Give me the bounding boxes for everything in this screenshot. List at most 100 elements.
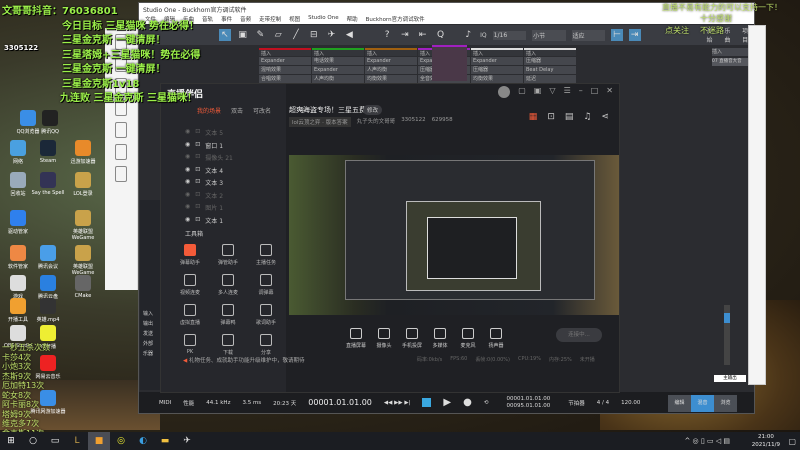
insert-slot[interactable]: 插入 bbox=[312, 48, 364, 57]
pencil-icon[interactable]: ✎ bbox=[255, 29, 267, 41]
tool-button[interactable]: 调弹幕 bbox=[251, 274, 281, 296]
stream-preview[interactable] bbox=[289, 155, 619, 315]
menu-item[interactable]: 走带控制 bbox=[259, 15, 281, 23]
mixer-side-label[interactable]: 输入 bbox=[143, 310, 153, 317]
tool-button[interactable]: PK bbox=[175, 334, 205, 355]
metronome-label[interactable]: 节拍器 bbox=[568, 399, 585, 407]
snap-left-icon[interactable]: ⊢ bbox=[610, 29, 623, 41]
snap-select[interactable]: 适应 bbox=[571, 29, 605, 41]
cart-icon[interactable] bbox=[115, 144, 127, 160]
clock[interactable]: 21:00 2021/11/9 bbox=[752, 433, 780, 449]
insert-slot[interactable]: 插入 bbox=[524, 48, 576, 57]
help-icon[interactable]: ? bbox=[381, 29, 393, 41]
share-icon[interactable]: ⋖ bbox=[601, 112, 609, 122]
insert-slot[interactable]: 人声均衡 bbox=[312, 75, 364, 83]
box-icon[interactable]: ▤ bbox=[565, 112, 574, 122]
eraser-icon[interactable]: ▱ bbox=[272, 29, 284, 41]
mix-view-button[interactable]: 混音 bbox=[691, 395, 714, 412]
tool-button[interactable]: 弹幕助手 bbox=[175, 244, 205, 266]
insert-slot[interactable]: 电话效果 bbox=[312, 57, 364, 65]
taskview-icon[interactable]: ▭ bbox=[44, 432, 66, 450]
desktop-icon[interactable]: 英雄.mp4 bbox=[30, 298, 66, 323]
lock-icon[interactable]: ⊡ bbox=[195, 141, 200, 150]
eye-icon[interactable]: ◉ bbox=[185, 216, 190, 225]
song-button[interactable]: 乐曲 bbox=[724, 26, 736, 44]
insert-slot[interactable]: Expander bbox=[471, 57, 523, 65]
lol-icon[interactable]: L bbox=[66, 432, 88, 450]
avatar[interactable] bbox=[498, 86, 511, 98]
lock-icon[interactable]: ⊡ bbox=[195, 166, 200, 175]
paint-icon[interactable]: ╱ bbox=[290, 29, 302, 41]
insert-slot[interactable]: 均衡效果 bbox=[471, 75, 523, 83]
explorer-icon[interactable]: ▬ bbox=[154, 432, 176, 450]
speaker-icon[interactable]: ◀ bbox=[343, 29, 355, 41]
lock-icon[interactable]: ⊡ bbox=[547, 112, 555, 122]
loop-end[interactable]: 00095.01.01.00 bbox=[506, 403, 550, 409]
desktop-icon[interactable]: 腾讯会议 bbox=[30, 245, 66, 270]
maximize-icon[interactable]: □ bbox=[591, 86, 599, 98]
right-insert-header[interactable]: 插入 bbox=[712, 48, 748, 56]
bend-icon[interactable]: ⇥ bbox=[399, 29, 411, 41]
close-icon[interactable]: ✕ bbox=[606, 86, 613, 98]
desktop-icon[interactable]: Steam bbox=[30, 140, 66, 164]
insert-slot[interactable]: Expander bbox=[365, 57, 417, 65]
start-icon[interactable]: ⊞ bbox=[0, 432, 22, 450]
quantize-select[interactable]: 1/16 bbox=[492, 30, 527, 40]
skin-icon[interactable]: ▣ bbox=[534, 86, 542, 98]
menu-item[interactable]: 帮助 bbox=[347, 15, 358, 23]
menu-item[interactable]: 视图 bbox=[289, 15, 300, 23]
desktop-icon[interactable]: Say the Spell bbox=[30, 172, 66, 196]
tool-button[interactable]: 多人连麦 bbox=[213, 274, 243, 296]
message-icon[interactable]: ▢ bbox=[518, 86, 526, 98]
tool-button[interactable]: 歌词助手 bbox=[251, 304, 281, 326]
desktop-icon[interactable]: 腾讯QQ bbox=[32, 110, 68, 135]
layer-item[interactable]: ◉ ⊡ 文本 1 bbox=[185, 216, 223, 225]
tool-button[interactable]: 下载 bbox=[213, 334, 243, 356]
insert-slot[interactable]: 均衡效果 bbox=[365, 75, 417, 83]
menu-item[interactable]: Studio One bbox=[308, 15, 338, 23]
layer-item[interactable]: ◉ ⊡ 图片 1 bbox=[185, 203, 223, 212]
desktop-icon[interactable]: 英雄联盟WeGame bbox=[65, 245, 101, 276]
menu-icon[interactable]: ☰ bbox=[564, 86, 571, 98]
mixer-side-label[interactable]: 输出 bbox=[143, 320, 153, 327]
right-insert-item[interactable]: 07 直播音大音 bbox=[712, 58, 748, 66]
tab-2[interactable]: 双击 bbox=[231, 106, 243, 116]
eye-icon[interactable]: ◉ bbox=[185, 191, 190, 200]
main-fader[interactable] bbox=[724, 313, 730, 323]
layer-item[interactable]: ◉ ⊡ 文本 4 bbox=[185, 166, 223, 175]
insert-slot[interactable]: 合唱效果 bbox=[259, 75, 311, 83]
insert-slot[interactable]: Beat Delay bbox=[524, 66, 576, 74]
eye-icon[interactable]: ◉ bbox=[185, 203, 190, 212]
mixer-side-label[interactable]: 外部 bbox=[143, 340, 153, 347]
tool-button[interactable]: 虚拟直播 bbox=[175, 304, 205, 326]
filter-icon[interactable]: ▽ bbox=[549, 86, 555, 98]
listen-icon[interactable]: ⇤ bbox=[417, 29, 429, 41]
split-icon[interactable]: ⊟ bbox=[308, 29, 320, 41]
menu-item[interactable]: 音频 bbox=[240, 15, 251, 23]
tool-button[interactable]: 分享 bbox=[251, 334, 281, 356]
insert-slot[interactable]: 插入 bbox=[471, 48, 523, 57]
tempo[interactable]: 120.00 bbox=[621, 400, 640, 406]
lock-icon[interactable]: ⊡ bbox=[195, 178, 200, 187]
layer-item[interactable]: ◉ ⊡ 文本 3 bbox=[185, 178, 223, 187]
yy-icon[interactable]: ◎ bbox=[110, 432, 132, 450]
layer-item[interactable]: ◉ ⊡ 文本 2 bbox=[185, 191, 223, 200]
lock-icon[interactable]: ⊡ bbox=[195, 216, 200, 225]
mic-icon[interactable]: ♪ bbox=[462, 29, 474, 41]
browse-view-button[interactable]: 浏览 bbox=[714, 395, 737, 412]
tab-3[interactable]: 可改名 bbox=[253, 106, 271, 116]
tool-button[interactable]: 视频连麦 bbox=[175, 274, 205, 296]
stop-button[interactable] bbox=[422, 398, 432, 407]
record-button[interactable]: ● bbox=[463, 397, 472, 408]
mixer-side-label[interactable]: 发送 bbox=[143, 330, 153, 337]
insert-slot[interactable]: 插入 bbox=[365, 48, 417, 57]
doc-icon[interactable] bbox=[115, 166, 127, 182]
menu-item[interactable]: 事件 bbox=[221, 15, 232, 23]
edit-view-button[interactable]: 编辑 bbox=[668, 395, 691, 412]
insert-slot[interactable]: 压缩器 bbox=[524, 57, 576, 65]
control-button[interactable]: 扬声器 bbox=[479, 328, 513, 349]
loop-start[interactable]: 00001.01.01.00 bbox=[506, 396, 550, 402]
insert-slot[interactable]: 延迟 bbox=[524, 75, 576, 83]
layer-item[interactable]: ◉ ⊡ 摄像头 21 bbox=[185, 153, 233, 162]
rewind-button[interactable]: ◀◀ ▶▶ ▶| bbox=[384, 400, 411, 406]
